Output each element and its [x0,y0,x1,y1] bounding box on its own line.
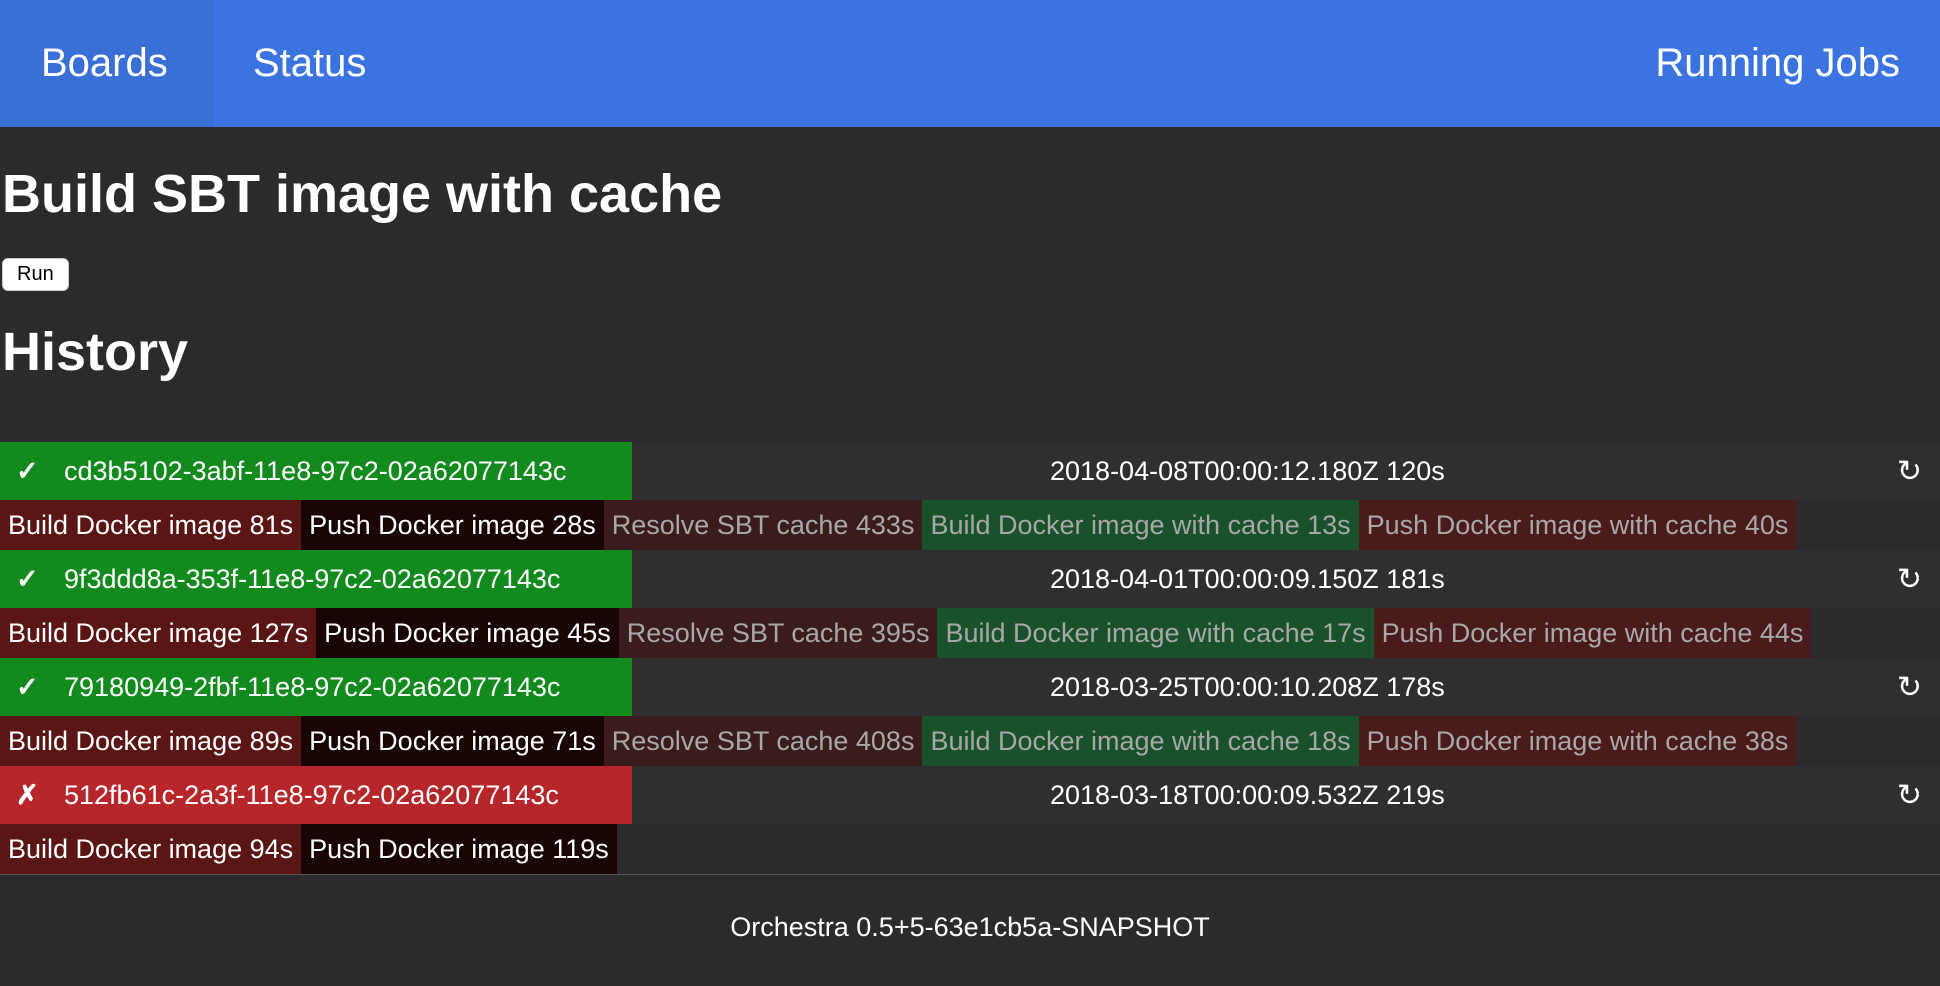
run-id: 79180949-2fbf-11e8-97c2-02a62077143c [64,671,561,702]
run-id-link[interactable]: ✗ 512fb61c-2a3f-11e8-97c2-02a62077143c [0,766,632,824]
cross-icon: ✗ [16,779,39,810]
step-resolve-sbt-cache[interactable]: Resolve SBT cache 433s [603,500,923,550]
nav-status-link[interactable]: Status [214,0,406,127]
main-content: Build SBT image with cache Run History [0,167,1940,385]
footer-version: Orchestra 0.5+5-63e1cb5a-SNAPSHOT [730,912,1210,942]
run-steps: Build Docker image 127s Push Docker imag… [0,608,1940,658]
run-id-link[interactable]: ✓ 79180949-2fbf-11e8-97c2-02a62077143c [0,658,632,716]
step-build-docker-image[interactable]: Build Docker image 89s [0,716,302,766]
history-run-row: ✓ 79180949-2fbf-11e8-97c2-02a62077143c 2… [0,658,1940,716]
step-build-docker-image-with-cache[interactable]: Build Docker image with cache 17s [937,608,1374,658]
step-build-docker-image[interactable]: Build Docker image 94s [0,824,302,874]
history-list: ✓ cd3b5102-3abf-11e8-97c2-02a62077143c 2… [0,442,1940,874]
history-run-row: ✗ 512fb61c-2a3f-11e8-97c2-02a62077143c 2… [0,766,1940,824]
page-title: Build SBT image with cache [2,164,723,224]
run-id: 512fb61c-2a3f-11e8-97c2-02a62077143c [64,779,559,810]
run-date: 2018-04-01T00:00:09.150Z 181s [1050,563,1445,594]
run-button[interactable]: Run [2,258,69,291]
run-steps: Build Docker image 81s Push Docker image… [0,500,1940,550]
checkmark-icon: ✓ [16,455,39,486]
footer-divider [0,874,1940,875]
step-resolve-sbt-cache[interactable]: Resolve SBT cache 408s [603,716,923,766]
history-title: History [2,322,189,382]
rerun-icon[interactable]: ↻ [1897,442,1922,500]
nav-boards-link[interactable]: Boards [0,0,214,127]
history-run-row: ✓ cd3b5102-3abf-11e8-97c2-02a62077143c 2… [0,442,1940,500]
step-resolve-sbt-cache[interactable]: Resolve SBT cache 395s [618,608,938,658]
step-build-docker-image-with-cache[interactable]: Build Docker image with cache 13s [922,500,1359,550]
run-id: 9f3ddd8a-353f-11e8-97c2-02a62077143c [64,563,561,594]
run-id-link[interactable]: ✓ 9f3ddd8a-353f-11e8-97c2-02a62077143c [0,550,632,608]
run-date: 2018-04-08T00:00:12.180Z 120s [1050,455,1445,486]
history-run-row: ✓ 9f3ddd8a-353f-11e8-97c2-02a62077143c 2… [0,550,1940,608]
run-date: 2018-03-18T00:00:09.532Z 219s [1050,779,1445,810]
step-build-docker-image[interactable]: Build Docker image 127s [0,608,317,658]
rerun-icon[interactable]: ↻ [1897,550,1922,608]
step-push-docker-image-with-cache[interactable]: Push Docker image with cache 40s [1358,500,1797,550]
step-push-docker-image[interactable]: Push Docker image 45s [316,608,619,658]
step-push-docker-image[interactable]: Push Docker image 71s [301,716,604,766]
checkmark-icon: ✓ [16,563,39,594]
step-push-docker-image-with-cache[interactable]: Push Docker image with cache 44s [1373,608,1812,658]
run-steps: Build Docker image 94s Push Docker image… [0,824,1940,874]
run-id: cd3b5102-3abf-11e8-97c2-02a62077143c [64,455,567,486]
nav-left-group: Boards Status [0,0,406,127]
rerun-icon[interactable]: ↻ [1897,658,1922,716]
run-steps: Build Docker image 89s Push Docker image… [0,716,1940,766]
step-build-docker-image[interactable]: Build Docker image 81s [0,500,302,550]
rerun-icon[interactable]: ↻ [1897,766,1922,824]
top-nav-bar: Boards Status Running Jobs [0,0,1940,127]
checkmark-icon: ✓ [16,671,39,702]
nav-running-jobs-link[interactable]: Running Jobs [1615,0,1940,127]
run-id-link[interactable]: ✓ cd3b5102-3abf-11e8-97c2-02a62077143c [0,442,632,500]
step-push-docker-image-with-cache[interactable]: Push Docker image with cache 38s [1358,716,1797,766]
step-push-docker-image[interactable]: Push Docker image 119s [301,824,617,874]
step-build-docker-image-with-cache[interactable]: Build Docker image with cache 18s [922,716,1359,766]
run-date: 2018-03-25T00:00:10.208Z 178s [1050,671,1445,702]
step-push-docker-image[interactable]: Push Docker image 28s [301,500,604,550]
